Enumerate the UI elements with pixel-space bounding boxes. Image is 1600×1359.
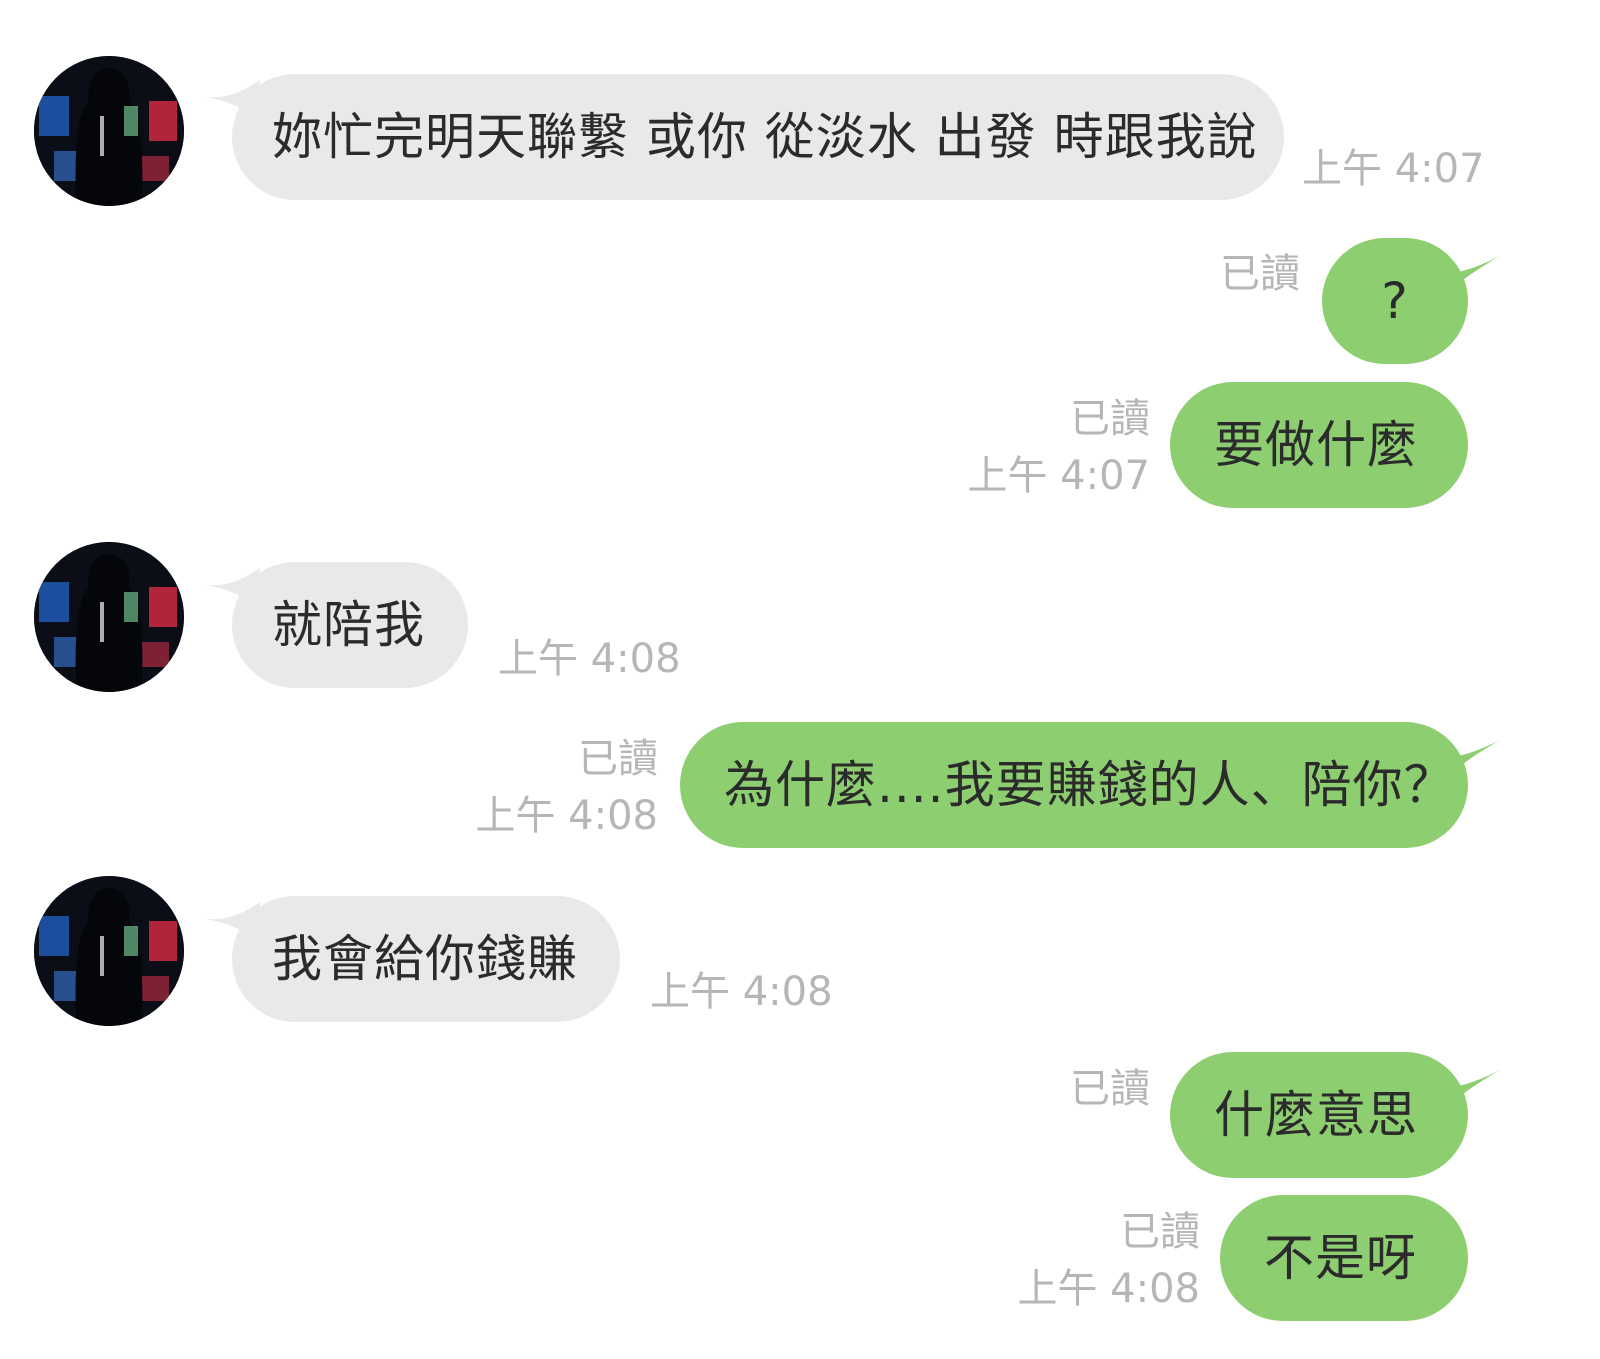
message-text: 就陪我 (272, 596, 425, 654)
message-timestamp: 上午 4:08 (475, 793, 658, 839)
read-receipt: 已讀 (1220, 251, 1300, 297)
outgoing-bubble-tail (1440, 1070, 1500, 1114)
incoming-message-bubble[interactable]: 妳忙完明天聯繫 或你 從淡水 出發 時跟我說 (232, 74, 1284, 200)
chat-thread[interactable]: 妳忙完明天聯繫 或你 從淡水 出發 時跟我說 上午 4:07 已讀 ? 已讀 上… (0, 0, 1600, 1359)
incoming-message-bubble[interactable]: 我會給你錢賺 (232, 896, 620, 1022)
outgoing-bubble-tail (1440, 740, 1500, 784)
contact-avatar[interactable] (34, 876, 184, 1026)
message-text: 妳忙完明天聯繫 或你 從淡水 出發 時跟我說 (272, 108, 1258, 166)
message-timestamp: 上午 4:08 (650, 969, 833, 1015)
message-timestamp: 上午 4:07 (1302, 146, 1485, 192)
message-timestamp: 上午 4:07 (967, 453, 1150, 499)
read-receipt: 已讀 (1120, 1209, 1200, 1255)
avatar-image (34, 542, 184, 692)
read-receipt: 已讀 (578, 736, 658, 782)
read-receipt: 已讀 (1070, 396, 1150, 442)
message-text: 不是呀 (1264, 1229, 1417, 1287)
message-text: 為什麼....我要賺錢的人、陪你？ (724, 756, 1455, 814)
message-timestamp: 上午 4:08 (1017, 1266, 1200, 1312)
outgoing-message-bubble[interactable]: 為什麼....我要賺錢的人、陪你？ (680, 722, 1468, 848)
message-text: 要做什麼 (1214, 416, 1418, 474)
contact-avatar[interactable] (34, 56, 184, 206)
outgoing-bubble-tail (1440, 256, 1500, 300)
avatar-image (34, 56, 184, 206)
read-receipt: 已讀 (1070, 1066, 1150, 1112)
outgoing-message-bubble[interactable]: 什麼意思 (1170, 1052, 1468, 1178)
avatar-image (34, 876, 184, 1026)
message-timestamp: 上午 4:08 (498, 636, 681, 682)
outgoing-message-bubble[interactable]: 要做什麼 (1170, 382, 1468, 508)
outgoing-message-bubble[interactable]: 不是呀 (1220, 1195, 1468, 1321)
message-text: ? (1381, 272, 1409, 330)
incoming-message-bubble[interactable]: 就陪我 (232, 562, 468, 688)
message-text: 我會給你錢賺 (272, 930, 578, 988)
message-text: 什麼意思 (1214, 1086, 1418, 1144)
contact-avatar[interactable] (34, 542, 184, 692)
